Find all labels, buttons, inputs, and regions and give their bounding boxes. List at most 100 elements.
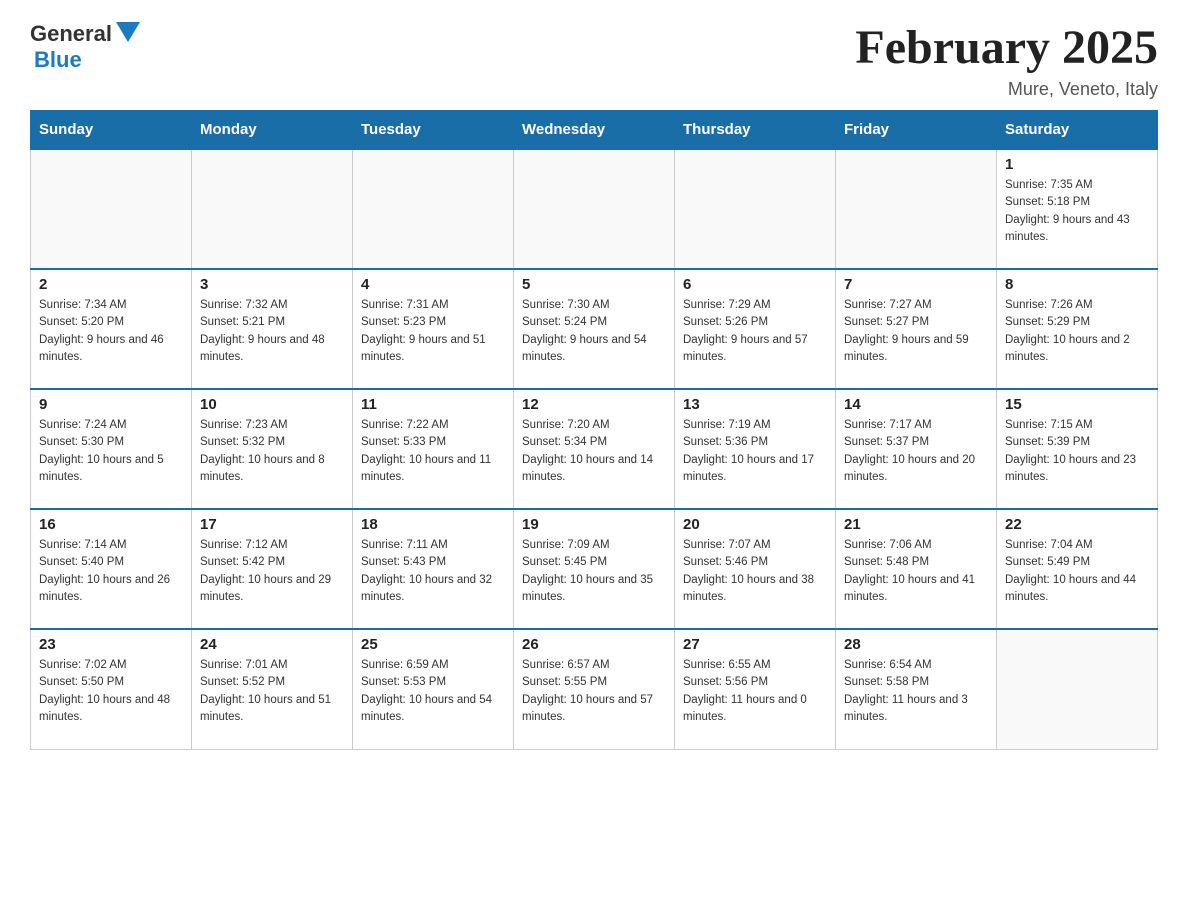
day-number: 1	[1005, 156, 1149, 173]
title-section: February 2025 Mure, Veneto, Italy	[855, 20, 1158, 100]
calendar-cell: 17 Sunrise: 7:12 AMSunset: 5:42 PMDayligh…	[192, 509, 353, 629]
day-number: 18	[361, 516, 505, 533]
day-info: Sunrise: 6:59 AMSunset: 5:53 PMDaylight:…	[361, 657, 505, 726]
day-number: 27	[683, 636, 827, 653]
day-number: 19	[522, 516, 666, 533]
day-info: Sunrise: 7:23 AMSunset: 5:32 PMDaylight:…	[200, 417, 344, 486]
day-number: 24	[200, 636, 344, 653]
day-number: 26	[522, 636, 666, 653]
day-info: Sunrise: 7:24 AMSunset: 5:30 PMDaylight:…	[39, 417, 183, 486]
calendar-cell	[514, 149, 675, 269]
calendar-cell	[353, 149, 514, 269]
calendar-cell: 4 Sunrise: 7:31 AMSunset: 5:23 PMDaylight…	[353, 269, 514, 389]
day-of-week-header: Wednesday	[514, 111, 675, 150]
day-number: 12	[522, 396, 666, 413]
day-info: Sunrise: 7:35 AMSunset: 5:18 PMDaylight:…	[1005, 177, 1149, 246]
day-of-week-header: Tuesday	[353, 111, 514, 150]
day-info: Sunrise: 7:14 AMSunset: 5:40 PMDaylight:…	[39, 537, 183, 606]
day-number: 2	[39, 276, 183, 293]
day-number: 3	[200, 276, 344, 293]
calendar-cell: 9 Sunrise: 7:24 AMSunset: 5:30 PMDaylight…	[31, 389, 192, 509]
day-info: Sunrise: 7:02 AMSunset: 5:50 PMDaylight:…	[39, 657, 183, 726]
calendar-cell: 10 Sunrise: 7:23 AMSunset: 5:32 PMDayligh…	[192, 389, 353, 509]
calendar-cell: 2 Sunrise: 7:34 AMSunset: 5:20 PMDaylight…	[31, 269, 192, 389]
calendar-cell: 3 Sunrise: 7:32 AMSunset: 5:21 PMDaylight…	[192, 269, 353, 389]
day-info: Sunrise: 7:22 AMSunset: 5:33 PMDaylight:…	[361, 417, 505, 486]
day-info: Sunrise: 7:27 AMSunset: 5:27 PMDaylight:…	[844, 297, 988, 366]
day-number: 5	[522, 276, 666, 293]
day-info: Sunrise: 7:15 AMSunset: 5:39 PMDaylight:…	[1005, 417, 1149, 486]
calendar-week-row: 23 Sunrise: 7:02 AMSunset: 5:50 PMDayligh…	[31, 629, 1158, 749]
day-info: Sunrise: 7:29 AMSunset: 5:26 PMDaylight:…	[683, 297, 827, 366]
day-of-week-header: Monday	[192, 111, 353, 150]
day-of-week-header: Thursday	[675, 111, 836, 150]
day-number: 22	[1005, 516, 1149, 533]
day-number: 10	[200, 396, 344, 413]
day-info: Sunrise: 7:20 AMSunset: 5:34 PMDaylight:…	[522, 417, 666, 486]
day-info: Sunrise: 7:32 AMSunset: 5:21 PMDaylight:…	[200, 297, 344, 366]
day-info: Sunrise: 7:31 AMSunset: 5:23 PMDaylight:…	[361, 297, 505, 366]
calendar-cell: 25 Sunrise: 6:59 AMSunset: 5:53 PMDayligh…	[353, 629, 514, 749]
logo-triangle-icon	[116, 22, 140, 42]
day-number: 6	[683, 276, 827, 293]
day-info: Sunrise: 7:04 AMSunset: 5:49 PMDaylight:…	[1005, 537, 1149, 606]
calendar-cell	[192, 149, 353, 269]
day-info: Sunrise: 7:34 AMSunset: 5:20 PMDaylight:…	[39, 297, 183, 366]
day-of-week-header: Saturday	[997, 111, 1158, 150]
day-info: Sunrise: 7:07 AMSunset: 5:46 PMDaylight:…	[683, 537, 827, 606]
day-info: Sunrise: 7:11 AMSunset: 5:43 PMDaylight:…	[361, 537, 505, 606]
calendar-cell: 16 Sunrise: 7:14 AMSunset: 5:40 PMDayligh…	[31, 509, 192, 629]
logo: General Blue	[30, 20, 140, 73]
day-number: 4	[361, 276, 505, 293]
logo-general-text: General	[30, 21, 112, 47]
calendar-cell: 7 Sunrise: 7:27 AMSunset: 5:27 PMDaylight…	[836, 269, 997, 389]
calendar-cell: 24 Sunrise: 7:01 AMSunset: 5:52 PMDayligh…	[192, 629, 353, 749]
location-text: Mure, Veneto, Italy	[855, 79, 1158, 100]
day-number: 28	[844, 636, 988, 653]
logo-blue-text: Blue	[34, 47, 82, 73]
day-number: 14	[844, 396, 988, 413]
calendar-cell: 18 Sunrise: 7:11 AMSunset: 5:43 PMDayligh…	[353, 509, 514, 629]
day-of-week-header: Sunday	[31, 111, 192, 150]
day-info: Sunrise: 6:55 AMSunset: 5:56 PMDaylight:…	[683, 657, 827, 726]
calendar-cell: 6 Sunrise: 7:29 AMSunset: 5:26 PMDaylight…	[675, 269, 836, 389]
calendar-cell: 20 Sunrise: 7:07 AMSunset: 5:46 PMDayligh…	[675, 509, 836, 629]
day-number: 13	[683, 396, 827, 413]
month-title: February 2025	[855, 20, 1158, 75]
day-info: Sunrise: 7:01 AMSunset: 5:52 PMDaylight:…	[200, 657, 344, 726]
day-number: 7	[844, 276, 988, 293]
calendar-cell: 28Sunrise: 6:54 AMSunset: 5:58 PMDayligh…	[836, 629, 997, 749]
day-info: Sunrise: 7:06 AMSunset: 5:48 PMDaylight:…	[844, 537, 988, 606]
day-info: Sunrise: 7:12 AMSunset: 5:42 PMDaylight:…	[200, 537, 344, 606]
calendar-cell	[997, 629, 1158, 749]
day-info: Sunrise: 7:30 AMSunset: 5:24 PMDaylight:…	[522, 297, 666, 366]
day-number: 25	[361, 636, 505, 653]
calendar-cell	[31, 149, 192, 269]
calendar-cell: 13Sunrise: 7:19 AMSunset: 5:36 PMDayligh…	[675, 389, 836, 509]
page-header: General Blue February 2025 Mure, Veneto,…	[30, 20, 1158, 100]
day-number: 9	[39, 396, 183, 413]
calendar-header-row: SundayMondayTuesdayWednesdayThursdayFrid…	[31, 111, 1158, 150]
calendar-cell	[675, 149, 836, 269]
day-number: 16	[39, 516, 183, 533]
day-number: 23	[39, 636, 183, 653]
day-info: Sunrise: 6:57 AMSunset: 5:55 PMDaylight:…	[522, 657, 666, 726]
calendar-cell: 27 Sunrise: 6:55 AMSunset: 5:56 PMDayligh…	[675, 629, 836, 749]
day-info: Sunrise: 7:26 AMSunset: 5:29 PMDaylight:…	[1005, 297, 1149, 366]
day-number: 20	[683, 516, 827, 533]
calendar-cell: 19 Sunrise: 7:09 AMSunset: 5:45 PMDayligh…	[514, 509, 675, 629]
calendar-cell: 14 Sunrise: 7:17 AMSunset: 5:37 PMDayligh…	[836, 389, 997, 509]
calendar-cell: 12 Sunrise: 7:20 AMSunset: 5:34 PMDayligh…	[514, 389, 675, 509]
calendar-cell: 26 Sunrise: 6:57 AMSunset: 5:55 PMDayligh…	[514, 629, 675, 749]
calendar-cell: 11 Sunrise: 7:22 AMSunset: 5:33 PMDayligh…	[353, 389, 514, 509]
calendar-cell: 5 Sunrise: 7:30 AMSunset: 5:24 PMDaylight…	[514, 269, 675, 389]
calendar-cell: 8Sunrise: 7:26 AMSunset: 5:29 PMDaylight…	[997, 269, 1158, 389]
calendar-week-row: 16 Sunrise: 7:14 AMSunset: 5:40 PMDayligh…	[31, 509, 1158, 629]
day-number: 11	[361, 396, 505, 413]
calendar-week-row: 2 Sunrise: 7:34 AMSunset: 5:20 PMDaylight…	[31, 269, 1158, 389]
day-info: Sunrise: 7:09 AMSunset: 5:45 PMDaylight:…	[522, 537, 666, 606]
day-info: Sunrise: 7:17 AMSunset: 5:37 PMDaylight:…	[844, 417, 988, 486]
day-number: 21	[844, 516, 988, 533]
day-number: 17	[200, 516, 344, 533]
calendar-cell: 1 Sunrise: 7:35 AMSunset: 5:18 PMDaylight…	[997, 149, 1158, 269]
